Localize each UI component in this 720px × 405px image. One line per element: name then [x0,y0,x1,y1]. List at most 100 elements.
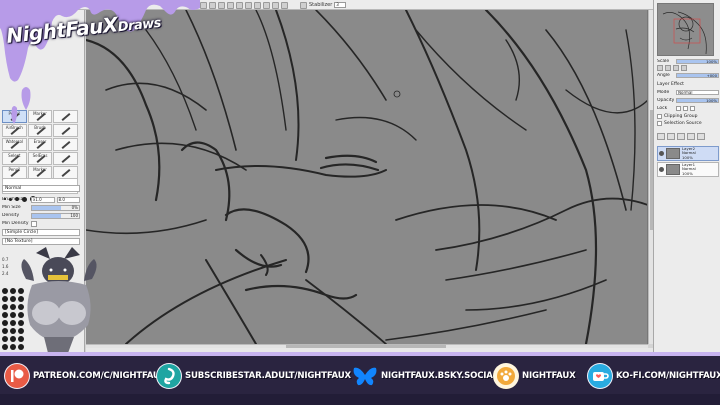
stabilizer-label: Stabilizer [309,2,333,8]
zoom-in-button[interactable] [657,65,663,71]
patreon-text: PATREON.COM/C/NIGHTFAUX [33,371,167,381]
layer-opacity: 100% [682,154,693,160]
zoom-out-button[interactable] [665,65,671,71]
eye-icon[interactable] [659,167,664,172]
patreon-icon [4,363,30,389]
min-density-row: Min Density [2,220,80,227]
navigator-preview[interactable] [657,3,714,56]
lock-label: Lock [657,105,668,111]
layer-item[interactable]: Layer1 Normal 100% [657,162,719,177]
tool-cell[interactable]: Select [2,152,27,165]
min-size-row: Min Size 0% [2,204,80,211]
rotate-left-icon[interactable] [254,1,261,9]
density-label: Density [2,213,20,218]
kofi-cup-icon [587,363,613,389]
subscribestar-icon [156,363,182,389]
tool-cell[interactable]: Eraser [27,138,53,151]
angle-row: Angle +000 [657,72,719,78]
zoom-reset-button[interactable] [673,65,679,71]
layer-thumbnail [666,148,680,159]
flip-horizontal-icon[interactable] [281,1,288,9]
mascot-character-image [21,247,97,353]
layer-effect-header[interactable]: Layer Effect [657,81,719,87]
tool-cell[interactable]: Watercol [2,138,27,151]
min-density-label: Min Density [2,221,29,226]
social-links-banner: PATREON.COM/C/NIGHTFAUX SUBSCRIBESTAR.AD… [0,352,720,405]
subscribestar-text: SUBSCRIBESTAR.ADULT/NIGHTFAUX [185,371,351,381]
brush-preview-icon [61,141,71,149]
new-linework-layer-button[interactable] [667,133,675,140]
brush-preview-icon [61,169,71,177]
new-layer-button[interactable] [657,133,665,140]
density-slider[interactable]: 100 [31,212,80,219]
invert-selection-icon[interactable] [218,1,225,9]
clipping-group-label: Clipping Group [664,113,698,119]
density-row: Density 100 [2,212,80,219]
zoom-buttons [657,65,719,71]
selection-source-label: Selection Source [664,120,702,126]
opacity-slider[interactable]: 100% [676,97,719,103]
clipping-group-row: Clipping Group [657,113,719,119]
pawsun-text: NIGHTFAUX [522,371,576,381]
rotate-right-icon[interactable] [263,1,270,9]
patreon-link[interactable]: PATREON.COM/C/NIGHTFAUX [4,359,166,393]
bluesky-link[interactable]: NIGHTFAUX.BSKY.SOCIAL [352,359,498,393]
scale-row: Scale 100% [657,58,719,64]
pawsun-link[interactable]: NIGHTFAUX [493,359,576,393]
tool-cell[interactable] [53,138,78,151]
mode-row: Mode Normal [657,89,719,95]
scale-slider[interactable]: 100% [676,58,719,64]
min-density-checkbox[interactable] [31,220,37,227]
layer-info: Layer2 Normal 100% [682,146,696,160]
subscribestar-link[interactable]: SUBSCRIBESTAR.ADULT/NIGHTFAUX [156,359,351,393]
angle-slider[interactable]: +000 [676,72,719,78]
banner-top-stripe [0,352,720,356]
zoom-out-icon[interactable] [236,1,243,9]
lock-position-toggle[interactable] [683,105,688,111]
selection-tool-icon[interactable] [200,1,207,9]
scale-label: Scale [657,58,670,64]
selection-source-checkbox[interactable] [657,120,662,126]
brush-size-multiplier[interactable]: x1.0 [31,196,55,203]
merge-down-button[interactable] [687,133,695,140]
bluesky-text: NIGHTFAUX.BSKY.SOCIAL [381,371,499,381]
layer-opacity: 100% [682,170,693,176]
stabilizer-icon [300,1,307,9]
lock-row: Lock [657,105,719,111]
brush-shape-select[interactable]: [Simple Circle] [2,229,80,236]
blend-mode-select[interactable]: Normal [2,185,80,192]
zoom-reset-icon[interactable] [245,1,252,9]
zoom-in-icon[interactable] [227,1,234,9]
clipping-group-checkbox[interactable] [657,113,662,119]
brush-size-value[interactable]: 8.0 [56,196,80,203]
min-size-slider[interactable]: 0% [31,204,80,211]
opacity-row: Opacity 100% [657,97,719,103]
logo-small-text: Draws [117,15,162,36]
lock-pixels-toggle[interactable] [676,105,681,111]
paw-sun-icon [493,363,519,389]
zoom-fit-button[interactable] [681,65,687,71]
brush-texture-select[interactable]: [No Texture] [2,238,80,245]
rotate-reset-icon[interactable] [272,1,279,9]
selection-source-row: Selection Source [657,120,719,126]
layer-thumbnail [666,164,680,175]
mode-label: Mode [657,89,670,95]
deselect-icon[interactable] [209,1,216,9]
min-size-label: Min Size [2,205,21,210]
brush-preview-icon [61,155,71,163]
layer-item[interactable]: Layer2 Normal 100% [657,146,719,161]
tool-cell[interactable] [53,152,78,165]
delete-layer-button[interactable] [697,133,705,140]
banner-bottom-strip [0,394,720,405]
stabilizer-select[interactable]: 3 [334,2,347,8]
new-folder-button[interactable] [677,133,685,140]
eye-icon[interactable] [659,151,664,156]
layer-buttons [657,133,719,140]
tool-cell[interactable]: SelEras [27,152,53,165]
brush-size-row: Brush Size x1.0 8.0 [2,196,80,203]
bluesky-butterfly-icon [352,363,378,389]
lock-alpha-toggle[interactable] [690,105,695,111]
mode-select[interactable]: Normal [676,89,719,95]
kofi-link[interactable]: KO-FI.COM/NIGHTFAUX [587,359,720,393]
layer-info: Layer1 Normal 100% [682,162,696,176]
